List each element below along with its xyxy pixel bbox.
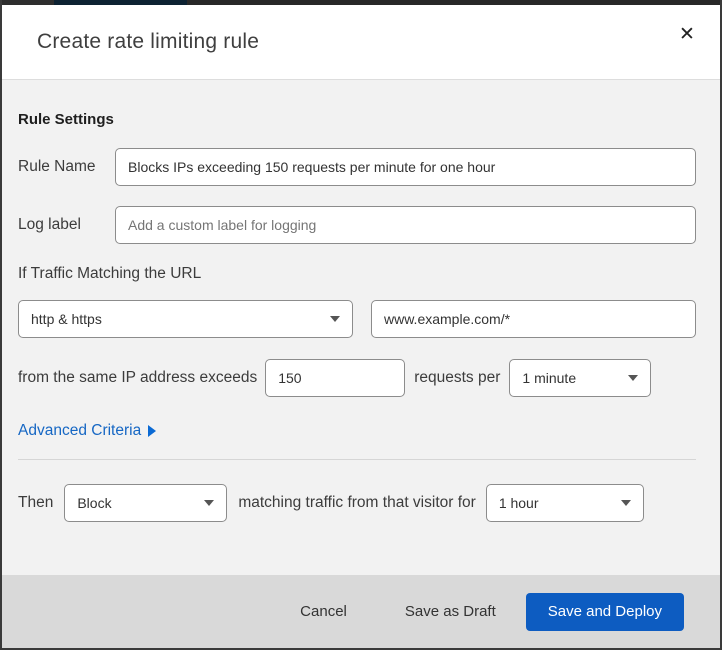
scheme-select[interactable]: http & https <box>18 300 353 338</box>
section-divider <box>18 459 696 460</box>
duration-select-value: 1 hour <box>498 495 539 511</box>
log-label-input[interactable] <box>115 206 696 244</box>
rule-name-label: Rule Name <box>18 158 96 175</box>
request-count-input[interactable] <box>265 359 406 397</box>
action-middle-text: matching traffic from that visitor for <box>238 494 476 511</box>
save-as-draft-button[interactable]: Save as Draft <box>395 595 506 628</box>
rule-name-row: Rule Name <box>18 148 696 186</box>
save-and-deploy-button[interactable]: Save and Deploy <box>525 592 684 631</box>
chevron-down-icon <box>330 316 340 322</box>
rule-name-input[interactable] <box>115 148 696 186</box>
chevron-right-icon <box>148 425 157 437</box>
create-rate-limiting-rule-dialog: Create rate limiting rule ✕ Rule Setting… <box>0 0 722 650</box>
log-label-label: Log label <box>18 216 81 233</box>
close-icon[interactable]: ✕ <box>672 19 702 49</box>
period-select[interactable]: 1 minute <box>509 359 652 397</box>
traffic-matching-heading: If Traffic Matching the URL <box>18 265 202 282</box>
action-row: Then Block matching traffic from that vi… <box>18 484 696 522</box>
advanced-criteria-label: Advanced Criteria <box>18 422 142 439</box>
rule-settings-heading: Rule Settings <box>18 111 114 128</box>
chevron-down-icon <box>620 500 631 506</box>
duration-select[interactable]: 1 hour <box>485 484 644 522</box>
advanced-criteria-link[interactable]: Advanced Criteria <box>18 422 157 440</box>
log-label-row: Log label <box>18 206 696 244</box>
requests-per-text: requests per <box>414 369 501 386</box>
action-select[interactable]: Block <box>64 484 228 522</box>
url-pattern-input[interactable] <box>371 300 696 338</box>
action-select-value: Block <box>77 495 112 511</box>
dialog-header: Create rate limiting rule ✕ <box>2 5 720 80</box>
threshold-prefix-text: from the same IP address exceeds <box>18 369 258 386</box>
chevron-down-icon <box>204 500 215 506</box>
chevron-down-icon <box>628 375 639 381</box>
cancel-button[interactable]: Cancel <box>290 595 357 628</box>
period-select-value: 1 minute <box>522 370 577 386</box>
then-label: Then <box>18 494 54 511</box>
dialog-footer: Cancel Save as Draft Save and Deploy <box>2 575 720 648</box>
dialog-body: Rule Settings Rule Name Log label If Tra… <box>2 80 720 575</box>
dialog-title: Create rate limiting rule <box>37 30 260 53</box>
scheme-select-value: http & https <box>31 311 102 327</box>
threshold-row: from the same IP address exceeds request… <box>18 359 696 397</box>
url-match-row: http & https <box>18 300 696 338</box>
